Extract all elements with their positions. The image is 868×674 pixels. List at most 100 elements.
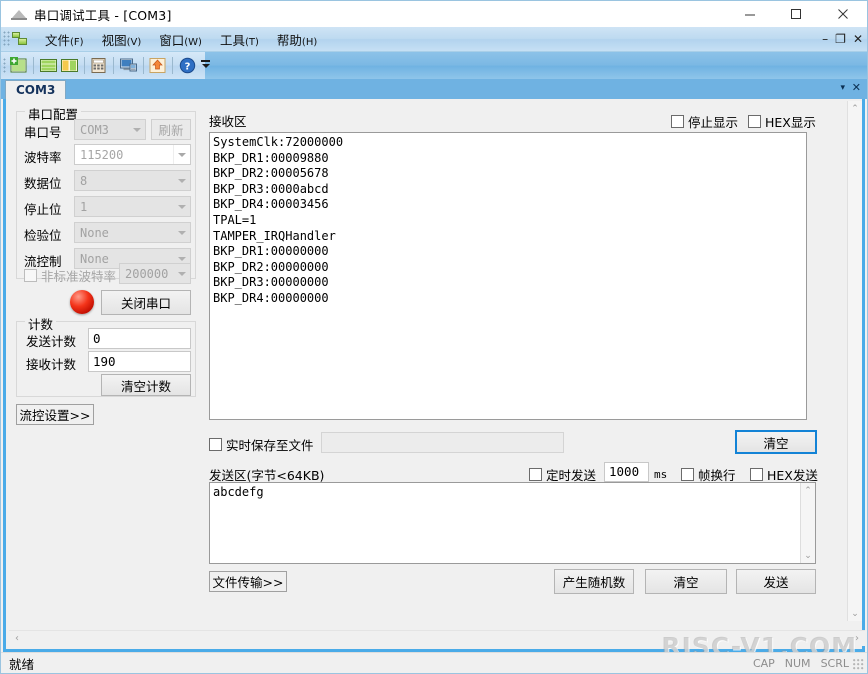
scroll-down-icon[interactable]: ⌄ [804, 548, 812, 563]
clear-send-button[interactable]: 清空 [645, 569, 727, 594]
tile-horizontal-icon[interactable] [39, 55, 58, 77]
chevron-down-icon[interactable] [173, 145, 190, 164]
status-cap-indicator: CAP [752, 656, 775, 670]
file-transfer-button[interactable]: 文件传输>> [209, 571, 287, 592]
save-file-path-field[interactable] [321, 432, 564, 453]
client-horizontal-scrollbar[interactable]: ‹ › [9, 630, 865, 646]
remote-computer-icon[interactable] [119, 55, 138, 77]
file-transfer-label: 文件传输>> [212, 575, 284, 590]
tile-vertical-icon[interactable] [60, 55, 79, 77]
timed-send-interval-value: 1000 [609, 464, 640, 479]
window-controls [727, 1, 867, 27]
receive-textarea[interactable]: SystemClk:72000000 BKP_DR1:00009880 BKP_… [209, 132, 807, 420]
serial-config-title: 串口配置 [25, 104, 82, 123]
save-to-file-checkbox[interactable]: 实时保存至文件 [209, 435, 314, 454]
refresh-ports-button[interactable]: 刷新 [151, 119, 191, 140]
databits-label: 数据位 [24, 176, 62, 191]
resize-grip[interactable] [853, 659, 865, 671]
hex-display-label: HEX显示 [765, 115, 816, 130]
nonstandard-baud-select[interactable]: 200000 [119, 263, 191, 284]
scroll-up-icon[interactable]: ⌃ [851, 101, 859, 116]
databits-value: 8 [80, 173, 88, 188]
minimize-icon[interactable] [727, 1, 773, 27]
status-ready-text: 就绪 [9, 656, 35, 672]
checkbox-box [748, 115, 761, 128]
chevron-down-icon [173, 171, 190, 190]
chevron-down-icon [173, 264, 190, 283]
rx-count-value: 190 [93, 354, 116, 369]
status-scrl-indicator: SCRL [820, 656, 849, 670]
port-state-led-icon [70, 290, 94, 314]
status-num-indicator: NUM [784, 656, 811, 670]
scroll-up-icon[interactable]: ⌃ [804, 483, 812, 498]
timed-send-interval-field[interactable]: 1000 [604, 462, 649, 482]
stopbits-select[interactable]: 1 [74, 196, 191, 217]
serial-debug-tool-window: 串口调试工具 - [COM3] 文件(F) 视图(V) 窗口(W) 工具(T) … [0, 0, 868, 674]
send-button[interactable]: 发送 [736, 569, 816, 594]
status-key-indicators: CAP NUM SCRL [753, 657, 867, 670]
upload-icon[interactable] [148, 55, 167, 77]
maximize-icon[interactable] [773, 1, 819, 27]
toolbar-overflow-icon[interactable] [199, 55, 209, 77]
send-scrollbar[interactable]: ⌃ ⌄ [800, 483, 815, 563]
cascade-windows-icon [12, 31, 28, 47]
scroll-left-icon[interactable]: ‹ [9, 633, 25, 644]
toolbar-separator [33, 57, 34, 74]
tab-com3[interactable]: COM3 [5, 80, 67, 99]
mdi-close-icon[interactable]: ✕ [853, 33, 863, 45]
menu-tools[interactable]: 工具(T) [211, 27, 268, 52]
tx-count-label: 发送计数 [26, 334, 77, 349]
menubar-gripper[interactable] [3, 31, 11, 47]
client-vertical-scrollbar[interactable]: ⌃ ⌄ [847, 101, 862, 621]
databits-select[interactable]: 8 [74, 170, 191, 191]
checkbox-box [750, 468, 763, 481]
menu-file[interactable]: 文件(F) [36, 27, 93, 52]
rx-count-field[interactable]: 190 [88, 351, 191, 372]
clear-counters-label: 清空计数 [120, 378, 171, 394]
calculator-icon[interactable] [89, 55, 108, 77]
toolbar-separator [142, 57, 143, 74]
menu-help[interactable]: 帮助(H) [268, 27, 326, 52]
scroll-right-icon[interactable]: › [849, 633, 865, 644]
port-select[interactable]: COM3 [74, 119, 146, 140]
clear-send-label: 清空 [673, 575, 699, 590]
parity-select[interactable]: None [74, 222, 191, 243]
menu-tools-mnemonic: (T) [244, 36, 259, 48]
baudrate-value[interactable]: 115200 [75, 145, 173, 164]
generate-random-button[interactable]: 产生随机数 [554, 569, 634, 594]
mdi-child-controls: – ❐ ✕ [822, 33, 867, 45]
menubar: 文件(F) 视图(V) 窗口(W) 工具(T) 帮助(H) – ❐ ✕ [1, 27, 867, 52]
checkbox-box [24, 269, 37, 282]
window-title: 串口调试工具 - [COM3] [34, 7, 172, 23]
send-textarea[interactable]: abcdefg ⌃ ⌄ [209, 482, 816, 564]
tab-close-icon[interactable]: ✕ [852, 82, 861, 93]
hex-display-checkbox[interactable]: HEX显示 [748, 112, 816, 131]
toolbar-gripper[interactable] [3, 57, 7, 74]
mdi-minimize-icon[interactable]: – [822, 33, 828, 45]
menu-view[interactable]: 视图(V) [93, 27, 151, 52]
menu-window-mnemonic: (W) [184, 36, 202, 48]
clear-receive-label: 清空 [763, 435, 789, 451]
menu-file-label: 文件 [45, 32, 71, 48]
baudrate-select[interactable]: 115200 [74, 144, 191, 165]
nonstandard-baud-checkbox[interactable]: 非标准波特率 [24, 266, 116, 285]
chevron-down-icon [128, 120, 145, 139]
menu-window[interactable]: 窗口(W) [150, 27, 211, 52]
tx-count-field[interactable]: 0 [88, 328, 191, 349]
close-icon[interactable] [819, 1, 867, 27]
stop-display-checkbox[interactable]: 停止显示 [671, 112, 738, 131]
clear-counters-button[interactable]: 清空计数 [101, 374, 191, 396]
flow-control-settings-button[interactable]: 流控设置>> [16, 404, 94, 425]
new-session-icon[interactable] [9, 55, 28, 77]
mdi-restore-icon[interactable]: ❐ [835, 33, 846, 45]
tabstrip: COM3 ▾ ✕ [1, 79, 867, 99]
menu-help-mnemonic: (H) [301, 36, 318, 48]
tab-list-chevron-down-icon[interactable]: ▾ [840, 83, 845, 94]
clear-receive-button[interactable]: 清空 [735, 430, 817, 454]
tab-com3-label: COM3 [16, 83, 56, 97]
nonstandard-baud-label: 非标准波特率 [41, 269, 117, 284]
toggle-port-button[interactable]: 关闭串口 [101, 290, 191, 315]
toolbar-background [205, 52, 867, 79]
scroll-down-icon[interactable]: ⌄ [851, 606, 859, 621]
help-icon[interactable]: ? [178, 55, 197, 77]
